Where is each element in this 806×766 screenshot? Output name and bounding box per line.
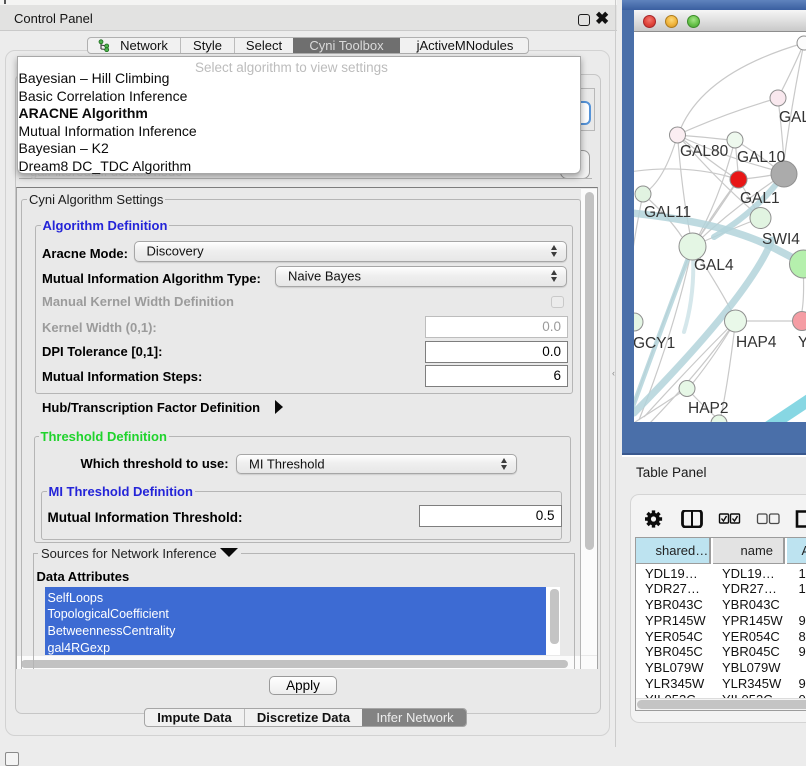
svg-text:GAL4: GAL4 xyxy=(694,257,734,274)
svg-text:GAL1: GAL1 xyxy=(740,190,780,207)
svg-text:SWI4: SWI4 xyxy=(762,231,800,248)
svg-text:GAL10: GAL10 xyxy=(737,149,786,166)
svg-text:HAP4: HAP4 xyxy=(736,334,777,351)
svg-text:HAP2: HAP2 xyxy=(688,400,729,417)
svg-text:GAL80: GAL80 xyxy=(680,143,729,160)
svg-text:GCY1: GCY1 xyxy=(634,335,675,352)
svg-text:Y: Y xyxy=(798,334,806,351)
svg-text:GAL11: GAL11 xyxy=(644,204,691,221)
svg-text:GAL2: GAL2 xyxy=(779,109,806,126)
